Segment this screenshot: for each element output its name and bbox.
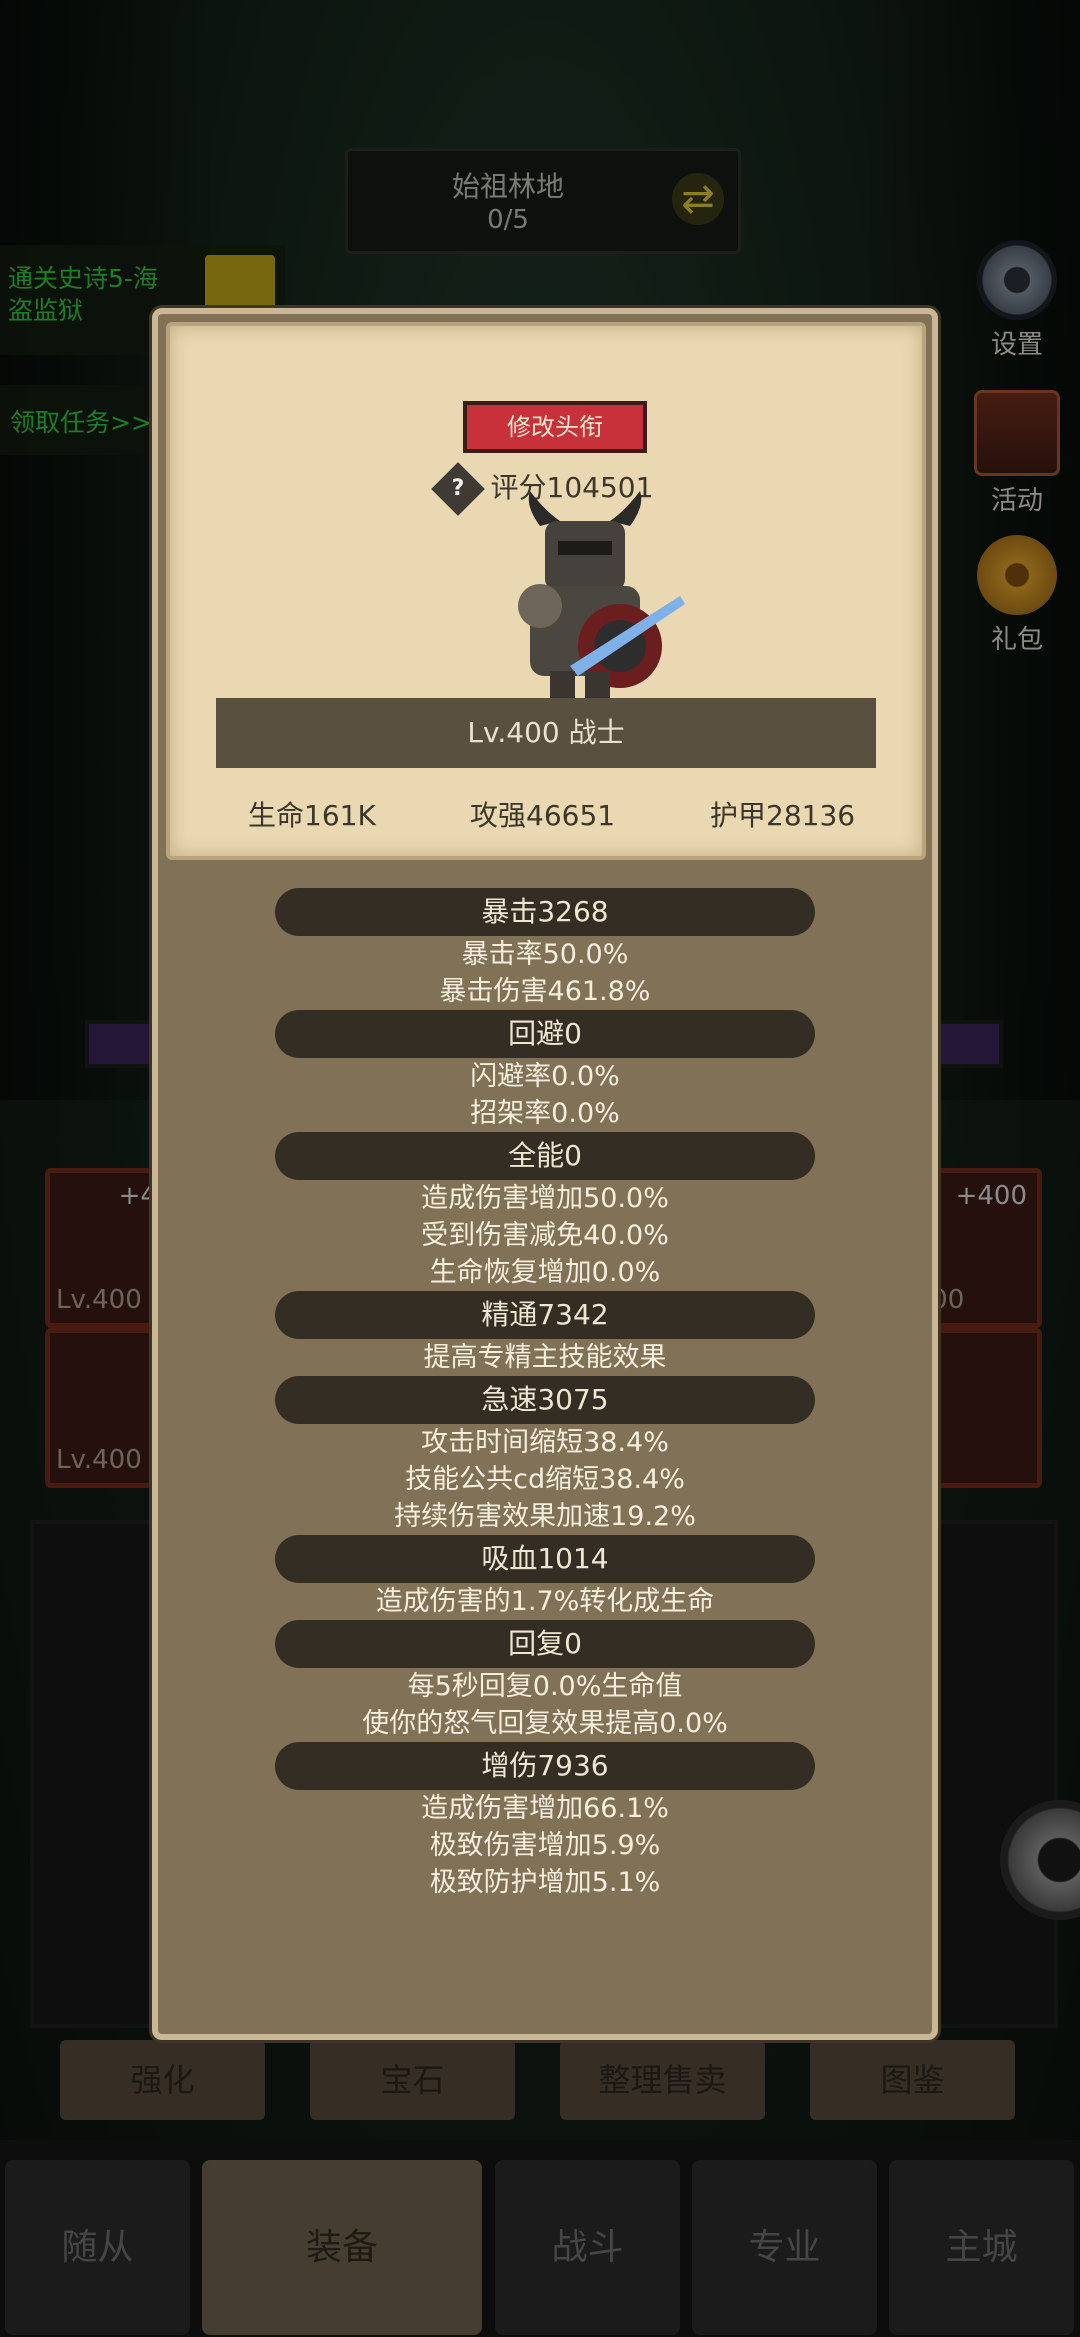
stat-section-line: 技能公共cd缩短38.4% bbox=[405, 1464, 685, 1495]
character-stats-modal: 修改头衔 ? 评分104501 Lv.400 战士 生命161K 攻强46651 … bbox=[152, 308, 938, 2040]
stat-section-line: 极致伤害增加5.9% bbox=[429, 1830, 661, 1861]
stat-section-line: 造成伤害增加66.1% bbox=[421, 1793, 669, 1824]
stat-section-line: 暴击率50.0% bbox=[461, 939, 629, 970]
character-card: 修改头衔 ? 评分104501 Lv.400 战士 生命161K 攻强46651 … bbox=[166, 322, 926, 860]
stat-section-line: 闪避率0.0% bbox=[470, 1061, 620, 1092]
stat-section-line: 提高专精主技能效果 bbox=[423, 1342, 667, 1373]
stat-section-line: 造成伤害增加50.0% bbox=[421, 1183, 669, 1214]
stat-section-header: 急速3075 bbox=[275, 1376, 815, 1424]
attack-stat: 攻强46651 bbox=[470, 799, 616, 832]
stat-section-header: 全能0 bbox=[275, 1132, 815, 1180]
stat-sections: 暴击3268 暴击率50.0% 暴击伤害461.8% 回避0 闪避率0.0% 招架率0.0… bbox=[158, 888, 932, 1901]
stat-section-line: 持续伤害效果加速19.2% bbox=[394, 1501, 696, 1532]
stat-section-line: 造成伤害的1.7%转化成生命 bbox=[375, 1586, 715, 1617]
edit-title-button[interactable]: 修改头衔 bbox=[463, 401, 647, 453]
stat-section-line: 暴击伤害461.8% bbox=[439, 976, 651, 1007]
stat-section-header: 吸血1014 bbox=[275, 1535, 815, 1583]
stat-section-line: 攻击时间缩短38.4% bbox=[421, 1427, 669, 1458]
stat-section-line: 极致防护增加5.1% bbox=[429, 1867, 661, 1898]
stat-section-line: 每5秒回复0.0%生命值 bbox=[407, 1671, 683, 1702]
main-stats: 生命161K 攻强46651 护甲28136 bbox=[170, 794, 922, 834]
stat-section-line: 受到伤害减免40.0% bbox=[421, 1220, 669, 1251]
stat-section-line: 生命恢复增加0.0% bbox=[429, 1257, 661, 1288]
stat-section-line: 使你的怒气回复效果提高0.0% bbox=[362, 1708, 728, 1739]
warrior-avatar bbox=[518, 491, 685, 701]
stat-section-header: 精通7342 bbox=[275, 1291, 815, 1339]
stat-section-header: 增伤7936 bbox=[275, 1742, 815, 1790]
level-class-bar: Lv.400 战士 bbox=[216, 698, 876, 768]
stat-section-header: 回复0 bbox=[275, 1620, 815, 1668]
stat-section-header: 暴击3268 bbox=[275, 888, 815, 936]
stat-section-line: 招架率0.0% bbox=[470, 1098, 620, 1129]
armor-stat: 护甲28136 bbox=[710, 799, 856, 832]
hp-stat: 生命161K bbox=[248, 799, 376, 832]
stat-section-header: 回避0 bbox=[275, 1010, 815, 1058]
